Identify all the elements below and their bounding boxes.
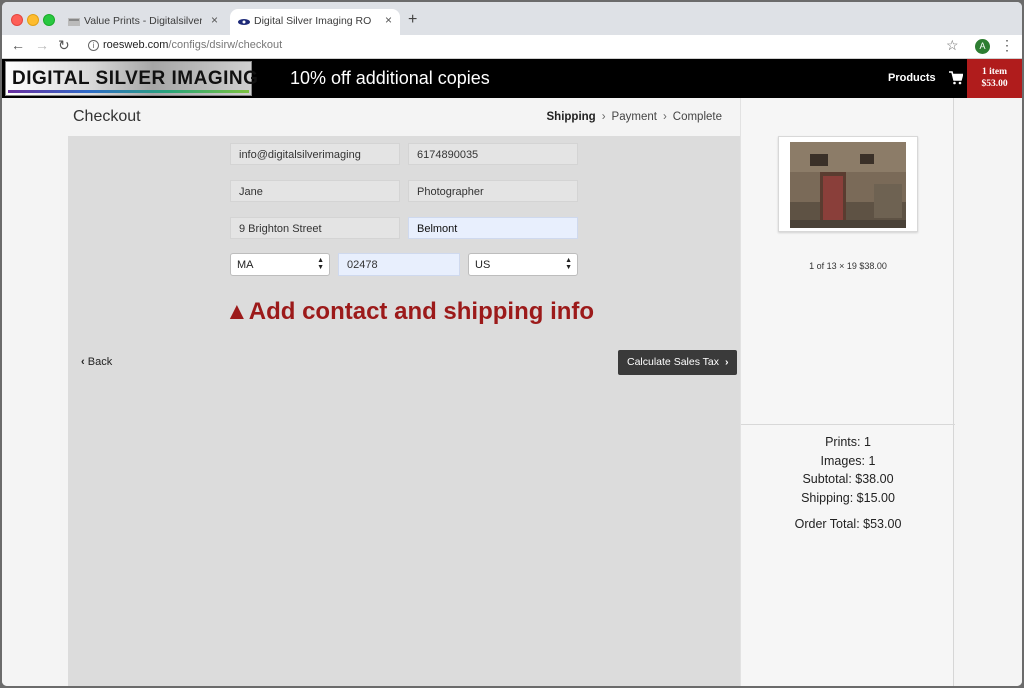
page-body: Checkout Shipping › Payment › Complete info@… (2, 98, 1022, 686)
chevron-right-icon: › (662, 111, 667, 123)
tab-roes-checkout[interactable]: Digital Silver Imaging ROES We × (230, 9, 400, 35)
products-link[interactable]: Products (888, 72, 936, 84)
checkout-header: Checkout Shipping › Payment › Complete (68, 98, 740, 136)
back-label: Back (87, 356, 113, 368)
step-complete[interactable]: Complete (673, 111, 722, 123)
order-total: Order Total: $53.00 (794, 517, 902, 531)
city-field[interactable]: Belmont (408, 217, 578, 239)
order-sidebar: 1 of 13 × 19 $38.00 Prints: 1 Images: 1 … (740, 98, 955, 686)
order-summary: Prints: 1 Images: 1 Subtotal: $38.00 Shi… (741, 433, 955, 534)
sidebar-divider (741, 424, 955, 425)
order-item-thumbnail (790, 142, 906, 228)
new-tab-button[interactable]: + (408, 11, 417, 29)
chevron-left-icon: ‹ (81, 356, 85, 368)
site-info-icon[interactable]: i (88, 40, 99, 51)
order-item-thumbnail-frame[interactable] (778, 136, 918, 232)
order-item-description: 1 of 13 × 19 $38.00 (809, 261, 887, 271)
profile-avatar[interactable]: A (975, 39, 990, 54)
state-select[interactable]: MA ▲ ▼ (230, 253, 330, 276)
forward-arrow-icon[interactable]: → (35, 37, 49, 53)
address-bar-row: ← → ↻ i roesweb.com/configs/dsirw/checko… (2, 35, 1022, 59)
step-shipping[interactable]: Shipping (547, 111, 596, 123)
url-host: roesweb.com (103, 39, 169, 51)
step-payment[interactable]: Payment (612, 111, 657, 123)
last-name-field[interactable]: Photographer (408, 180, 578, 202)
page-favicon-icon (68, 18, 80, 26)
prints-count: Prints: 1 (825, 435, 871, 449)
bookmark-star-icon[interactable]: ☆ (946, 37, 959, 54)
cart-total: $53.00 (981, 79, 1008, 89)
reload-icon[interactable]: ↻ (58, 37, 70, 54)
close-window-button[interactable] (11, 14, 23, 26)
calculate-sales-tax-button[interactable]: Calculate Sales Tax › (618, 350, 737, 375)
select-arrows-icon: ▲ ▼ (565, 257, 572, 271)
calc-label: Calculate Sales Tax (627, 356, 720, 368)
logo-color-bar (8, 90, 249, 93)
country-select[interactable]: US ▲ ▼ (468, 253, 578, 276)
url-path: /configs/dsirw/checkout (168, 39, 283, 51)
tab-strip: Value Prints - Digitalsilverimag × Digit… (2, 2, 1022, 35)
page-title: Checkout (73, 108, 141, 125)
maximize-window-button[interactable] (43, 14, 55, 26)
logo-text: DIGITAL SILVER IMAGING (12, 68, 259, 89)
cart-icon[interactable] (949, 71, 963, 85)
images-count: Images: 1 (820, 453, 876, 468)
cart-count: 1 item (981, 67, 1008, 77)
street-field[interactable]: 9 Brighton Street (230, 217, 400, 239)
shipping-cost: Shipping: $15.00 (801, 490, 895, 505)
site-header: DIGITAL SILVER IMAGING 10% off additiona… (2, 59, 1022, 98)
tab-close-icon[interactable]: × (211, 13, 218, 27)
zip-field[interactable]: 02478 (338, 253, 460, 276)
state-value: MA (237, 259, 254, 271)
site-logo[interactable]: DIGITAL SILVER IMAGING (5, 61, 258, 96)
email-field[interactable]: info@digitalsilverimaging (230, 143, 400, 165)
phone-field[interactable]: 6174890035 (408, 143, 578, 165)
cart-summary-button[interactable]: 1 item $53.00 (967, 59, 1022, 98)
promo-banner: 10% off additional copies (290, 68, 490, 88)
minimize-window-button[interactable] (27, 14, 39, 26)
tab-label: Digital Silver Imaging ROES We (254, 15, 372, 27)
tab-label: Value Prints - Digitalsilverimag (84, 15, 202, 27)
tab-value-prints[interactable]: Value Prints - Digitalsilverimag × (60, 9, 226, 35)
back-arrow-icon[interactable]: ← (11, 37, 25, 53)
chevron-right-icon: › (725, 356, 729, 368)
tab-close-icon[interactable]: × (385, 13, 392, 27)
url-field[interactable]: roesweb.com/configs/dsirw/checkout (103, 39, 282, 51)
chevron-right-icon: › (601, 111, 606, 123)
select-arrows-icon: ▲ ▼ (317, 257, 324, 271)
browser-window: Value Prints - Digitalsilverimag × Digit… (2, 2, 1022, 686)
first-name-field[interactable]: Jane (230, 180, 400, 202)
checkout-steps: Shipping › Payment › Complete (547, 111, 722, 123)
browser-menu-icon[interactable]: ⋮ (1000, 37, 1014, 54)
country-value: US (475, 259, 491, 271)
checkout-main: Checkout Shipping › Payment › Complete info@… (68, 98, 740, 686)
back-button[interactable]: ‹ Back (81, 356, 112, 368)
subtotal: Subtotal: $38.00 (802, 472, 894, 486)
shipping-info-hint: ▲Add contact and shipping info (225, 298, 595, 325)
site-favicon-icon (238, 19, 250, 25)
